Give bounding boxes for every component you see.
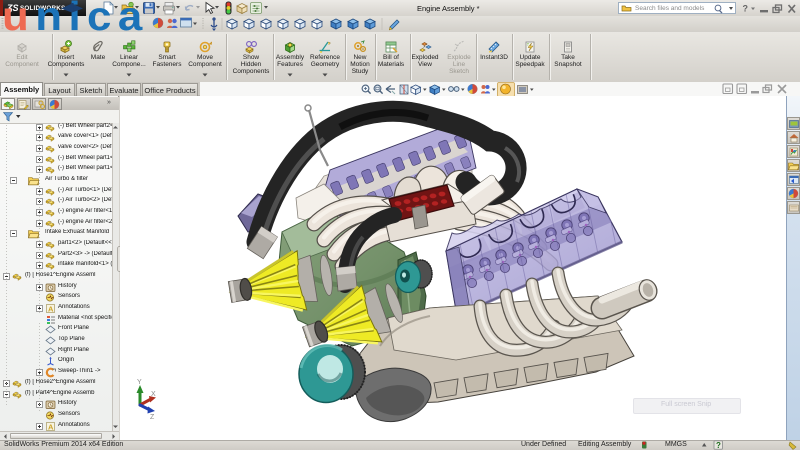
svg-text:X: X	[151, 391, 156, 398]
svg-text:?: ?	[716, 441, 721, 450]
svg-text:?: ?	[743, 4, 749, 14]
svg-text:Z: Z	[150, 414, 155, 421]
svg-text:Y: Y	[137, 379, 142, 386]
